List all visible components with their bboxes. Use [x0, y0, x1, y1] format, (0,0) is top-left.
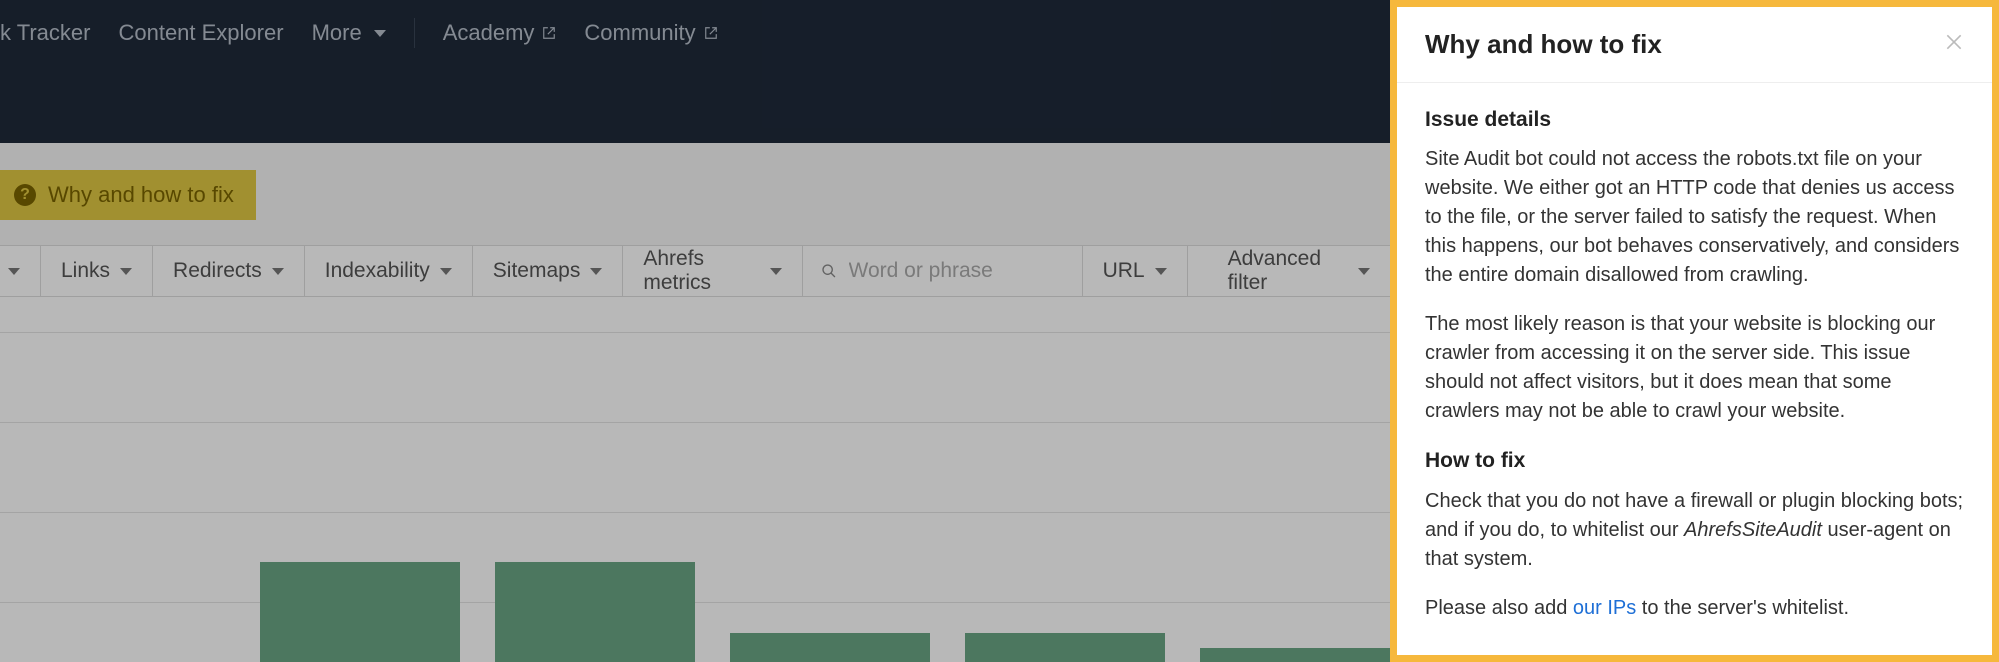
grid-line	[0, 332, 1390, 333]
chevron-down-icon	[770, 268, 782, 275]
external-link-icon	[542, 26, 556, 40]
nav-content-explorer[interactable]: Content Explorer	[118, 20, 283, 46]
info-icon: ?	[14, 184, 36, 206]
chart-bar	[730, 633, 930, 662]
filter-redirects[interactable]: Redirects	[153, 246, 305, 296]
filter-indexability[interactable]: Indexability	[305, 246, 473, 296]
help-panel-title: Why and how to fix	[1425, 29, 1662, 60]
advanced-filter[interactable]: Advanced filter	[1208, 246, 1390, 296]
fix-p2-text-a: Please also add	[1425, 597, 1573, 619]
how-to-fix-p2: Please also add our IPs to the server's …	[1425, 594, 1964, 623]
search-input[interactable]	[849, 259, 1064, 283]
how-to-fix-heading: How to fix	[1425, 446, 1964, 476]
issue-details-p1: Site Audit bot could not access the robo…	[1425, 145, 1964, 290]
filter-indexability-label: Indexability	[325, 259, 430, 283]
chart-bar	[495, 562, 695, 662]
help-panel-frame: Why and how to fix Issue details Site Au…	[1390, 0, 1999, 662]
top-nav: k Tracker Content Explorer More Academy …	[0, 0, 1390, 143]
nav-academy[interactable]: Academy	[443, 20, 557, 46]
chevron-down-icon	[440, 268, 452, 275]
fix-p2-text-b: to the server's whitelist.	[1636, 597, 1849, 619]
search-wrap	[803, 246, 1083, 296]
chart-area	[0, 297, 1390, 662]
fix-p1-ua: AhrefsSiteAudit	[1684, 519, 1822, 541]
nav-academy-label: Academy	[443, 20, 535, 46]
chevron-down-icon	[1358, 268, 1370, 275]
filter-url-label: URL	[1103, 259, 1145, 283]
chevron-down-icon	[272, 268, 284, 275]
our-ips-link[interactable]: our IPs	[1573, 597, 1636, 619]
nav-community-label: Community	[584, 20, 695, 46]
filter-links-label: Links	[61, 259, 110, 283]
filter-sitemaps-label: Sitemaps	[493, 259, 581, 283]
issue-details-p2: The most likely reason is that your webs…	[1425, 310, 1964, 426]
chevron-down-icon	[590, 268, 602, 275]
chart-bar	[1200, 648, 1400, 662]
grid-line	[0, 602, 1390, 603]
search-icon	[821, 262, 837, 280]
chart-bar	[965, 633, 1165, 662]
issue-details-heading: Issue details	[1425, 105, 1964, 135]
chart-bar	[260, 562, 460, 662]
help-panel: Why and how to fix Issue details Site Au…	[1397, 7, 1992, 655]
chevron-down-icon	[8, 268, 20, 275]
filter-ahrefs-metrics-label: Ahrefs metrics	[643, 247, 759, 295]
filter-leading[interactable]	[0, 246, 41, 296]
advanced-filter-label: Advanced filter	[1228, 247, 1348, 295]
help-panel-body: Issue details Site Audit bot could not a…	[1397, 83, 1992, 655]
chevron-down-icon	[120, 268, 132, 275]
filter-links[interactable]: Links	[41, 246, 153, 296]
help-panel-header: Why and how to fix	[1397, 7, 1992, 83]
why-how-fix-button[interactable]: ? Why and how to fix	[0, 170, 256, 220]
close-icon	[1944, 32, 1964, 52]
how-to-fix-p1: Check that you do not have a firewall or…	[1425, 487, 1964, 574]
filter-ahrefs-metrics[interactable]: Ahrefs metrics	[623, 246, 802, 296]
why-how-fix-label: Why and how to fix	[48, 182, 234, 208]
nav-content-explorer-label: Content Explorer	[118, 20, 283, 46]
chevron-down-icon	[374, 30, 386, 37]
nav-more[interactable]: More	[312, 20, 386, 46]
close-button[interactable]	[1944, 32, 1964, 57]
filter-bar: Links Redirects Indexability Sitemaps Ah…	[0, 245, 1390, 297]
grid-line	[0, 422, 1390, 423]
nav-divider	[414, 18, 415, 48]
external-link-icon	[704, 26, 718, 40]
filter-url[interactable]: URL	[1083, 246, 1188, 296]
filter-sitemaps[interactable]: Sitemaps	[473, 246, 624, 296]
chevron-down-icon	[1155, 268, 1167, 275]
filter-redirects-label: Redirects	[173, 259, 262, 283]
grid-line	[0, 512, 1390, 513]
nav-tracker-label: k Tracker	[0, 20, 90, 46]
nav-more-label: More	[312, 20, 362, 46]
nav-tracker[interactable]: k Tracker	[0, 20, 90, 46]
nav-community[interactable]: Community	[584, 20, 717, 46]
